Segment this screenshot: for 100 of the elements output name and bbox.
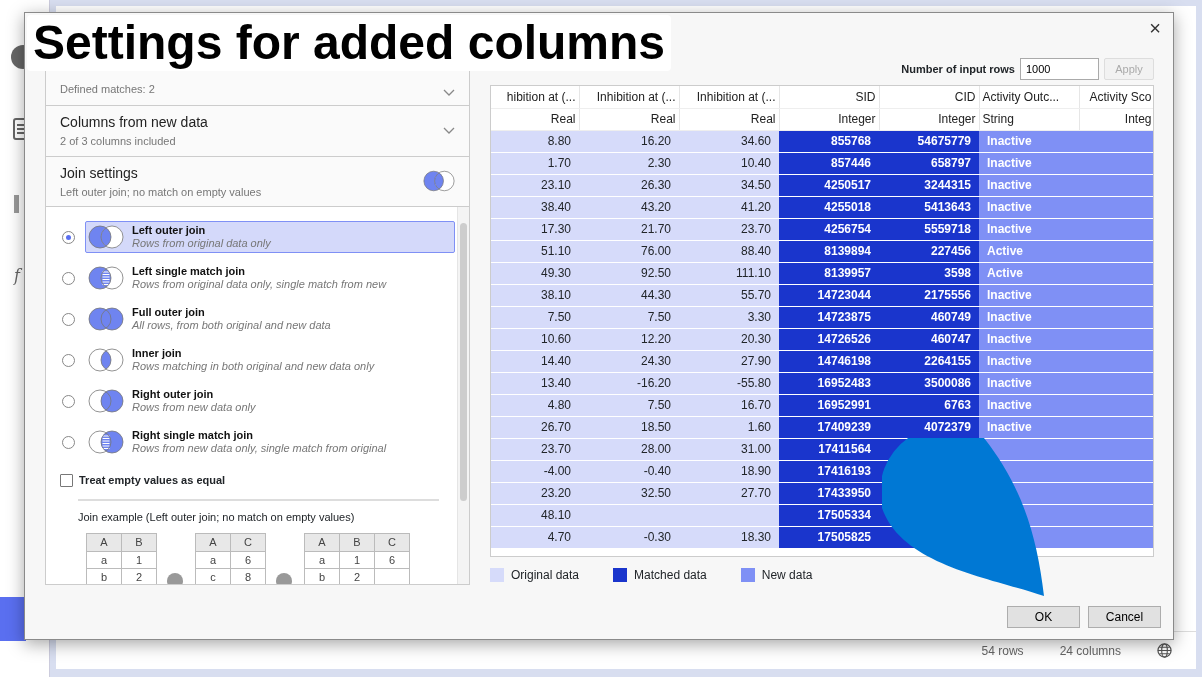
table-cell: 17505825 xyxy=(779,526,879,548)
table-cell: 14723875 xyxy=(779,306,879,328)
table-cell: 7.50 xyxy=(579,306,679,328)
table-cell: Inactive xyxy=(979,152,1079,174)
table-cell: 4256754 xyxy=(779,218,879,240)
table-cell: 17505334 xyxy=(779,504,879,526)
table-cell: 6 xyxy=(374,551,410,569)
table-cell: 16952483 xyxy=(779,372,879,394)
table-cell: 41.20 xyxy=(679,196,779,218)
row-count: 54 rows xyxy=(981,642,1024,660)
table-cell: 23.20 xyxy=(491,482,579,504)
legend-label: Original data xyxy=(511,567,580,584)
input-rows-label: Number of input rows xyxy=(901,61,1015,77)
table-cell: 8.80 xyxy=(491,130,579,152)
table-cell: 5413643 xyxy=(879,196,979,218)
table-cell: 2175556 xyxy=(879,284,979,306)
table-cell: 14.40 xyxy=(491,350,579,372)
table-cell: 17433950 xyxy=(779,482,879,504)
section-title: Join settings xyxy=(60,163,139,183)
table-cell: 658797 xyxy=(879,152,979,174)
table-cell: 23.70 xyxy=(679,218,779,240)
option-description: Rows from new data only xyxy=(132,401,256,414)
table-cell: 17409239 xyxy=(779,416,879,438)
table-cell: Inactive xyxy=(979,196,1079,218)
table-cell: Inactive xyxy=(979,416,1079,438)
table-cell: Inactive xyxy=(979,130,1079,152)
option-title: Left single match join xyxy=(132,265,247,278)
table-cell: 16.20 xyxy=(579,130,679,152)
table-cell: 1 xyxy=(339,551,375,569)
table-cell: 76.00 xyxy=(579,240,679,262)
section-subtitle: Left outer join; no match on empty values xyxy=(60,184,262,200)
checkbox-label: Treat empty values as equal xyxy=(79,473,226,488)
option-title: Left outer join xyxy=(132,224,207,237)
column-header: A xyxy=(86,533,122,551)
table-cell: a xyxy=(86,551,122,569)
table-cell: 27.70 xyxy=(679,482,779,504)
column-header: C xyxy=(230,533,266,551)
table-cell: 4.80 xyxy=(491,394,579,416)
table-cell: 43.20 xyxy=(579,196,679,218)
table-cell: 49.30 xyxy=(491,262,579,284)
table-cell: b xyxy=(304,568,340,584)
column-type: Real xyxy=(491,108,579,130)
column-header: B xyxy=(339,533,375,551)
table-cell: Inactive xyxy=(979,284,1079,306)
table-cell: 17411564 xyxy=(779,438,879,460)
table-cell: 34.50 xyxy=(679,174,779,196)
table-cell: 8139957 xyxy=(779,262,879,284)
table-cell: 24.30 xyxy=(579,350,679,372)
table-cell: 6 xyxy=(230,551,266,569)
table-cell: a xyxy=(304,551,340,569)
section-subtitle: Defined matches: 2 xyxy=(60,81,155,97)
table-cell: 18.30 xyxy=(679,526,779,548)
table-cell: 7.50 xyxy=(491,306,579,328)
option-title: Right single match join xyxy=(132,429,254,442)
table-cell: 38.10 xyxy=(491,284,579,306)
table-cell: b xyxy=(86,568,122,584)
table-cell: 2264155 xyxy=(879,350,979,372)
table-cell: 32.50 xyxy=(579,482,679,504)
table-cell: 4.70 xyxy=(491,526,579,548)
table-cell: 17.30 xyxy=(491,218,579,240)
table-cell: Inactive xyxy=(979,350,1079,372)
table-cell: 28.00 xyxy=(579,438,679,460)
table-cell: 3500086 xyxy=(879,372,979,394)
column-header: A xyxy=(304,533,340,551)
table-cell: 44.30 xyxy=(579,284,679,306)
legend-label: New data xyxy=(761,567,813,584)
table-cell: 23.10 xyxy=(491,174,579,196)
table-cell: 4255018 xyxy=(779,196,879,218)
table-cell: c xyxy=(195,568,231,584)
table-cell: 7.50 xyxy=(579,394,679,416)
table-cell: 12.20 xyxy=(579,328,679,350)
legend-label: Matched data xyxy=(634,567,707,584)
table-cell: 10.60 xyxy=(491,328,579,350)
table-cell: 4250517 xyxy=(779,174,879,196)
table-cell: -0.40 xyxy=(579,460,679,482)
option-description: Rows from original data only, single match from new xyxy=(132,278,387,291)
table-cell: 17416193 xyxy=(779,460,879,482)
table-cell: 1.60 xyxy=(679,416,779,438)
table-cell: 26.30 xyxy=(579,174,679,196)
section-subtitle: 2 of 3 columns included xyxy=(60,134,177,149)
table-cell: 460749 xyxy=(879,306,979,328)
table-cell: 3598 xyxy=(879,262,979,284)
table-cell: Inactive xyxy=(979,306,1079,328)
table-cell: 18.50 xyxy=(579,416,679,438)
table-cell: Active xyxy=(979,240,1079,262)
table-cell: 16.70 xyxy=(679,394,779,416)
table-cell: 1 xyxy=(121,551,157,569)
table-cell: Inactive xyxy=(979,372,1079,394)
table-cell: 34.60 xyxy=(679,130,779,152)
table-cell: 88.40 xyxy=(679,240,779,262)
table-cell: a xyxy=(195,551,231,569)
table-cell: 111.10 xyxy=(679,262,779,284)
table-cell: Active xyxy=(979,262,1079,284)
title-overlay: Settings for added columns xyxy=(27,15,672,71)
table-cell: 3244315 xyxy=(879,174,979,196)
option-title: Right outer join xyxy=(132,388,215,401)
table-cell: Inactive xyxy=(979,174,1079,196)
table-cell: -16.20 xyxy=(579,372,679,394)
table-cell: 92.50 xyxy=(579,262,679,284)
table-cell: 855768 xyxy=(779,130,879,152)
